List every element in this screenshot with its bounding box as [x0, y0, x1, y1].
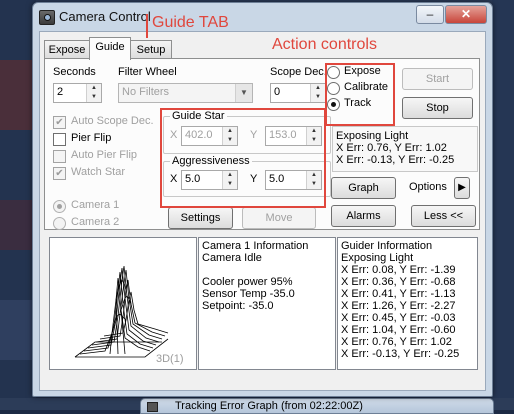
scope-dec-spinner[interactable]: 0 ▲ ▼ [270, 83, 326, 103]
window-title: Camera Control [59, 9, 151, 24]
tab-expose[interactable]: Expose [44, 40, 90, 59]
spinner-arrows-icon[interactable]: ▲ ▼ [310, 84, 325, 102]
cooler-power: Cooler power 95% [202, 276, 293, 288]
seconds-value: 2 [57, 86, 64, 98]
settings-button[interactable]: Settings [168, 207, 233, 229]
camera-app-icon [39, 10, 55, 25]
guider-error-line: X Err: 1.26, Y Err: -2.27 [341, 300, 456, 312]
guide-star-highlight [160, 108, 326, 208]
camera-info-title: Camera 1 Information [202, 240, 309, 252]
guide-tab-annotation: Guide TAB [152, 14, 229, 31]
watch-star-label: Watch Star [71, 166, 125, 178]
background-window-title: Tracking Error Graph (from 02:22:00Z) [175, 400, 363, 412]
filter-wheel-value: No Filters [122, 86, 170, 98]
auto-scope-dec-label: Auto Scope Dec. [71, 115, 154, 127]
tab-setup[interactable]: Setup [130, 40, 172, 59]
checkbox-box[interactable] [53, 150, 66, 163]
chevron-down-icon[interactable]: ▼ [235, 84, 252, 102]
window-app-icon [147, 402, 158, 412]
camera-info-panel: Camera 1 Information Camera Idle Cooler … [198, 237, 336, 370]
scope-dec-label: Scope Dec. [270, 66, 327, 78]
filter-wheel-label: Filter Wheel [118, 66, 177, 78]
status-box: Exposing Light X Err: 0.76, Y Err: 1.02 … [332, 126, 478, 172]
options-label: Options [409, 181, 447, 193]
guider-error-line: X Err: 0.45, Y Err: -0.03 [341, 312, 456, 324]
action-controls-highlight [325, 63, 395, 126]
guider-error-line: X Err: 0.41, Y Err: -1.13 [341, 288, 456, 300]
desktop-right-strip [492, 0, 514, 410]
close-button[interactable]: ✕ [445, 5, 487, 24]
auto-pier-flip-label: Auto Pier Flip [71, 149, 138, 161]
checkmark-icon[interactable]: ✔ [53, 167, 66, 180]
radio-icon[interactable] [53, 217, 66, 230]
spinner-arrows-icon[interactable]: ▲ ▼ [86, 84, 101, 102]
seconds-spinner[interactable]: 2 ▲ ▼ [53, 83, 102, 103]
checkbox-box[interactable] [53, 133, 66, 146]
options-arrow-button[interactable]: ▶ [454, 177, 470, 199]
action-controls-annotation: Action controls [272, 36, 377, 53]
graph-button[interactable]: Graph [331, 177, 396, 199]
guider-error-line: X Err: -0.13, Y Err: -0.25 [341, 348, 460, 360]
pier-flip-label: Pier Flip [71, 132, 112, 144]
guider-error-line: X Err: 1.04, Y Err: -0.60 [341, 324, 456, 336]
profile-3d-label: 3D(1) [156, 353, 184, 365]
camera-2-label: Camera 2 [71, 216, 120, 228]
camera-status: Camera Idle [202, 252, 262, 264]
guider-error-line: X Err: 0.76, Y Err: 1.02 [341, 336, 452, 348]
seconds-label: Seconds [53, 66, 96, 78]
status-line-1: Exposing Light [336, 130, 409, 142]
options-control[interactable]: Options [409, 181, 447, 193]
sensor-temp: Sensor Temp -35.0 [202, 288, 295, 300]
start-button[interactable]: Start [402, 68, 473, 90]
status-line-3: X Err: -0.13, Y Err: -0.25 [336, 154, 455, 166]
tracking-error-graph-window[interactable]: Tracking Error Graph (from 02:22:00Z) [140, 398, 494, 414]
move-button[interactable]: Move [242, 207, 316, 229]
client-area: Expose Guide Setup Seconds 2 ▲ ▼ Filter W… [39, 31, 486, 391]
scope-dec-value: 0 [274, 86, 281, 98]
minimize-button[interactable]: – [416, 5, 444, 24]
camera-1-label: Camera 1 [71, 199, 120, 211]
tab-guide[interactable]: Guide [89, 37, 131, 60]
guider-error-line: X Err: 0.36, Y Err: -0.68 [341, 276, 456, 288]
alarms-button[interactable]: Alarms [331, 205, 396, 227]
annotation-pointer [146, 14, 148, 38]
setpoint: Setpoint: -35.0 [202, 300, 274, 312]
guider-info-panel: Guider Information Exposing Light X Err:… [337, 237, 478, 370]
guider-error-line: X Err: 0.08, Y Err: -1.39 [341, 264, 456, 276]
star-profile-panel: 3D(1) [49, 237, 197, 370]
desktop-left-strip [0, 0, 36, 410]
checkmark-icon[interactable]: ✔ [53, 116, 66, 129]
radio-selected-icon[interactable] [53, 200, 66, 213]
stop-button[interactable]: Stop [402, 97, 473, 119]
guider-info-title: Guider Information [341, 240, 433, 252]
title-bar[interactable]: Camera Control – □ ✕ [33, 3, 492, 29]
active-tab-joiner [90, 58, 128, 60]
guider-status: Exposing Light [341, 252, 414, 264]
status-line-2: X Err: 0.76, Y Err: 1.02 [336, 142, 447, 154]
star-profile-3d-plot [74, 265, 169, 358]
filter-wheel-select[interactable]: No Filters ▼ [118, 83, 253, 103]
less-button[interactable]: Less << [411, 205, 476, 227]
